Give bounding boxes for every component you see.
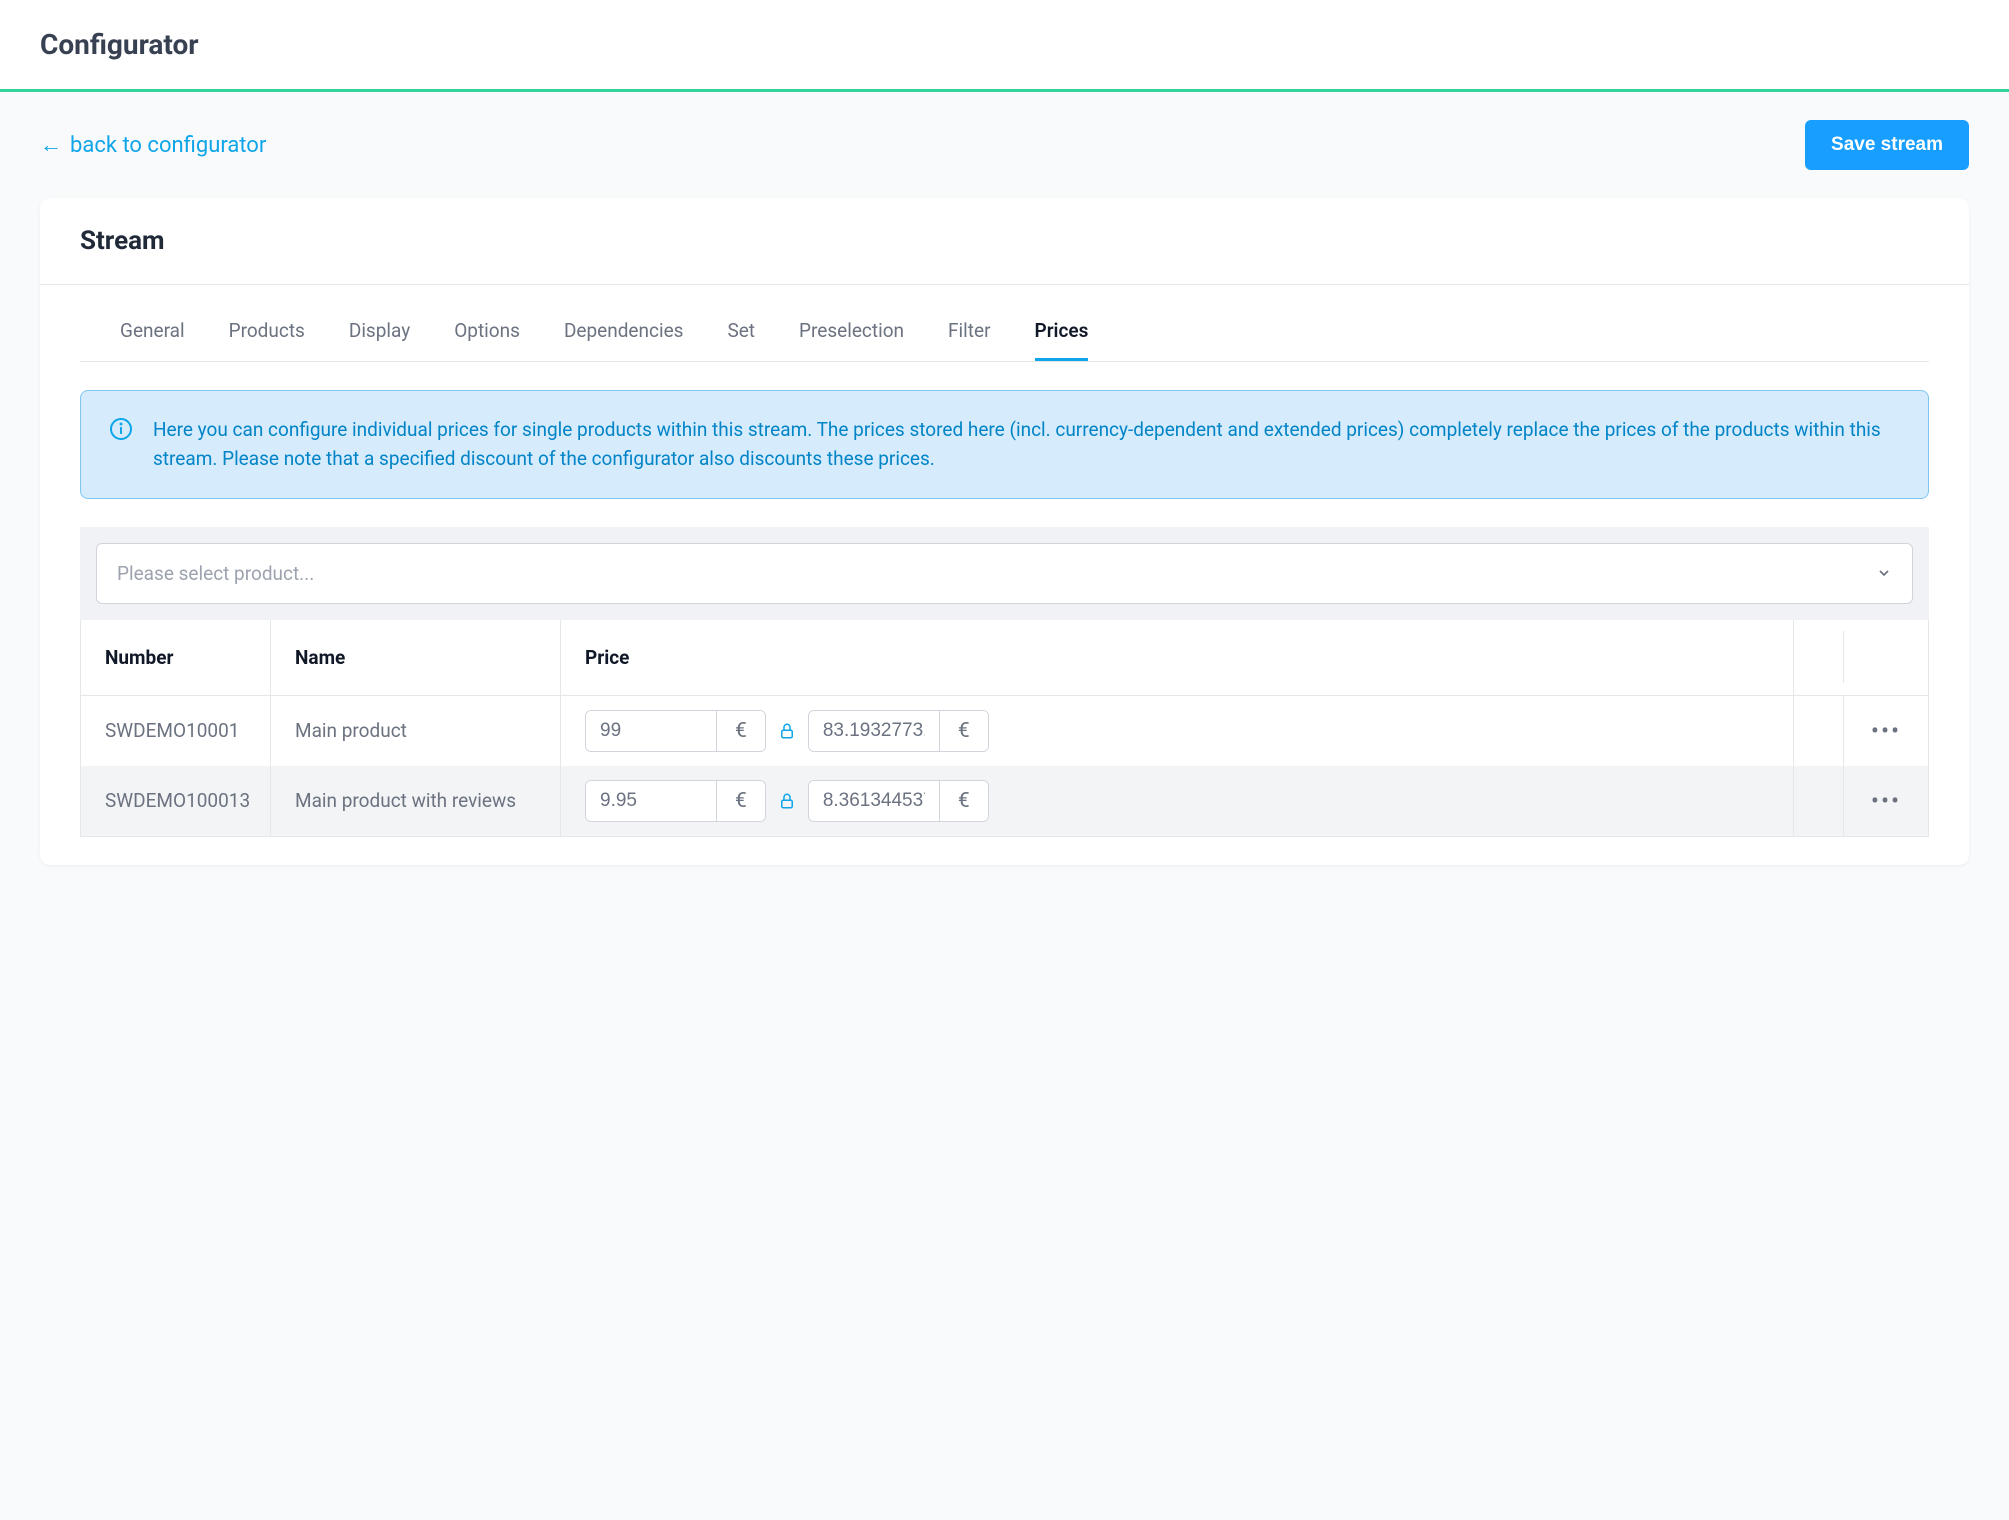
table-header-row: Number Name Price: [81, 620, 1928, 696]
tab-options[interactable]: Options: [454, 319, 520, 361]
net-price-group: €: [808, 710, 989, 752]
tab-preselection[interactable]: Preselection: [799, 319, 904, 361]
tab-dependencies[interactable]: Dependencies: [564, 319, 684, 361]
th-spacer: [1794, 631, 1844, 683]
cell-name: Main product: [271, 696, 561, 766]
table-body: SWDEMO10001 Main product €: [81, 696, 1928, 836]
product-select-bar: Please select product...: [80, 527, 1929, 620]
currency-label: €: [939, 711, 988, 751]
tab-prices[interactable]: Prices: [1035, 319, 1089, 361]
tab-general[interactable]: General: [120, 319, 185, 361]
cell-name: Main product with reviews: [271, 766, 561, 836]
info-text: Here you can configure individual prices…: [153, 415, 1900, 474]
cell-number: SWDEMO10001: [81, 696, 271, 766]
more-icon: •••: [1871, 717, 1901, 745]
gross-price-input[interactable]: [586, 711, 716, 751]
info-box: Here you can configure individual prices…: [80, 390, 1929, 499]
net-price-input[interactable]: [809, 711, 939, 751]
page-title: Configurator: [40, 28, 1969, 61]
chevron-down-icon: [1876, 565, 1892, 581]
page-header: Configurator: [0, 0, 2009, 92]
save-stream-button[interactable]: Save stream: [1805, 120, 1969, 170]
tab-filter[interactable]: Filter: [948, 319, 990, 361]
product-select[interactable]: Please select product...: [96, 543, 1913, 604]
cell-spacer: [1794, 766, 1844, 836]
info-icon: [109, 417, 133, 441]
lock-icon[interactable]: [776, 722, 798, 740]
more-icon: •••: [1871, 787, 1901, 815]
gross-price-group: €: [585, 780, 766, 822]
gross-price-input[interactable]: [586, 781, 716, 821]
table-row: SWDEMO100013 Main product with reviews €: [81, 766, 1928, 836]
table-row: SWDEMO10001 Main product €: [81, 696, 1928, 766]
tab-products[interactable]: Products: [229, 319, 305, 361]
card-title: Stream: [80, 226, 1929, 256]
tab-set[interactable]: Set: [727, 319, 755, 361]
arrow-left-icon: ←: [40, 132, 62, 158]
lock-icon[interactable]: [776, 792, 798, 810]
th-actions: [1844, 631, 1928, 683]
card-header: Stream: [40, 198, 1969, 285]
tabs: General Products Display Options Depende…: [80, 285, 1929, 362]
th-name: Name: [271, 620, 561, 695]
back-link-label: back to configurator: [70, 133, 266, 158]
th-number: Number: [81, 620, 271, 695]
row-actions-button[interactable]: •••: [1844, 696, 1928, 766]
net-price-group: €: [808, 780, 989, 822]
currency-label: €: [716, 711, 765, 751]
back-to-configurator-link[interactable]: ← back to configurator: [40, 132, 266, 158]
row-actions-button[interactable]: •••: [1844, 766, 1928, 836]
actions-bar: ← back to configurator Save stream: [0, 92, 2009, 170]
tab-display[interactable]: Display: [349, 319, 410, 361]
prices-table: Number Name Price SWDEMO10001 Main produ…: [80, 620, 1929, 837]
currency-label: €: [716, 781, 765, 821]
th-price: Price: [561, 620, 1794, 695]
net-price-input[interactable]: [809, 781, 939, 821]
product-select-placeholder: Please select product...: [117, 562, 314, 585]
cell-number: SWDEMO100013: [81, 766, 271, 836]
cell-price: € €: [561, 766, 1794, 836]
gross-price-group: €: [585, 710, 766, 752]
cell-price: € €: [561, 696, 1794, 766]
cell-spacer: [1794, 696, 1844, 766]
stream-card: Stream General Products Display Options …: [40, 198, 1969, 865]
currency-label: €: [939, 781, 988, 821]
